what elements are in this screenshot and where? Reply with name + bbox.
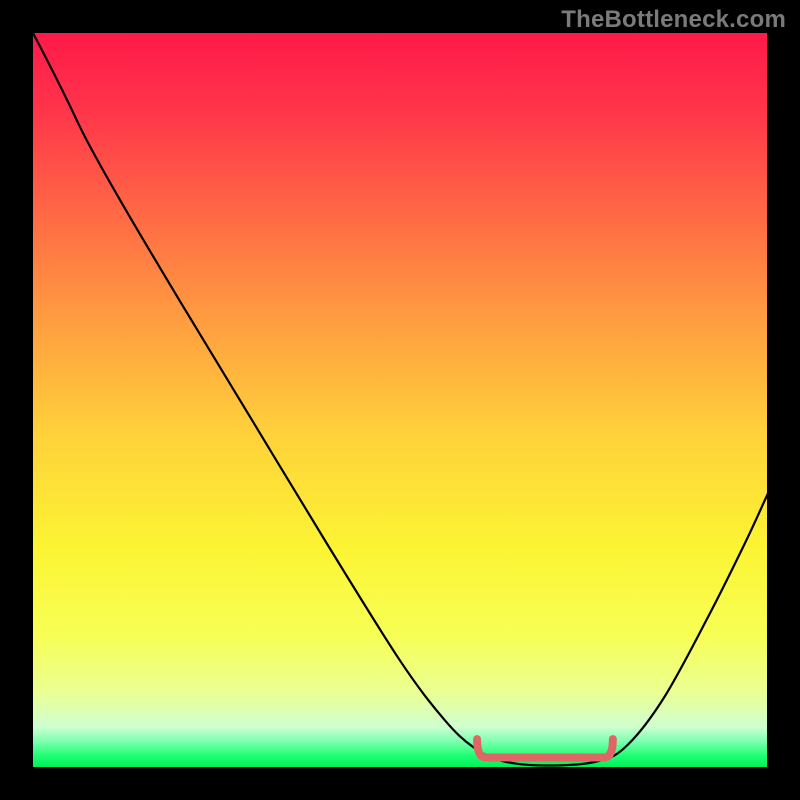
watermark-text: TheBottleneck.com xyxy=(561,6,786,34)
background-gradient xyxy=(33,33,767,767)
chart-frame: TheBottleneck.com xyxy=(0,0,800,800)
plot-area xyxy=(33,33,767,767)
